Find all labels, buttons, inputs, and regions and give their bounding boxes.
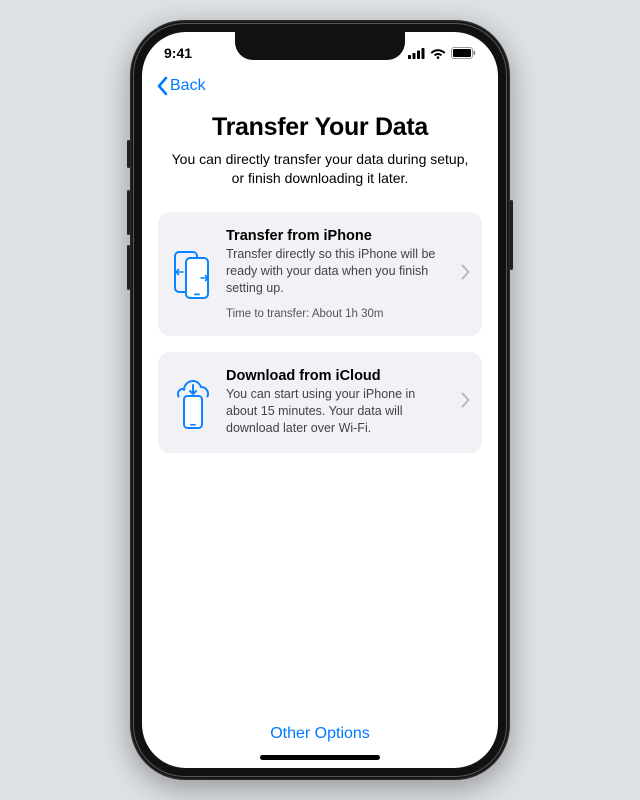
chevron-right-icon: [461, 392, 470, 413]
silence-switch: [127, 140, 130, 168]
chevron-left-icon: [156, 76, 168, 96]
screen: 9:41: [142, 32, 498, 768]
option-title: Transfer from iPhone: [226, 228, 449, 244]
status-indicators: [408, 47, 476, 59]
status-time: 9:41: [164, 45, 192, 61]
chevron-right-icon: [461, 264, 470, 285]
page-subtitle: You can directly transfer your data duri…: [158, 150, 482, 188]
option-description: You can start using your iPhone in about…: [226, 386, 449, 437]
home-indicator[interactable]: [260, 755, 380, 760]
download-icloud-icon: [172, 376, 214, 430]
transfer-iphone-icon: [172, 249, 214, 299]
back-label: Back: [170, 77, 206, 95]
content: Transfer Your Data You can directly tran…: [142, 101, 498, 768]
option-title: Download from iCloud: [226, 368, 449, 384]
option-download-from-icloud[interactable]: Download from iCloud You can start using…: [158, 352, 482, 453]
volume-down-button: [127, 245, 130, 290]
wifi-icon: [430, 47, 446, 59]
other-options-link[interactable]: Other Options: [158, 707, 482, 749]
nav-bar: Back: [142, 72, 498, 101]
notch: [235, 32, 405, 60]
power-button: [510, 200, 513, 270]
page-title: Transfer Your Data: [158, 113, 482, 142]
option-body: Transfer from iPhone Transfer directly s…: [226, 228, 449, 321]
option-body: Download from iCloud You can start using…: [226, 368, 449, 437]
option-description: Transfer directly so this iPhone will be…: [226, 246, 449, 297]
back-button[interactable]: Back: [156, 76, 206, 96]
option-meta: Time to transfer: About 1h 30m: [226, 308, 449, 320]
battery-icon: [451, 47, 476, 59]
option-transfer-from-iphone[interactable]: Transfer from iPhone Transfer directly s…: [158, 212, 482, 337]
cellular-signal-icon: [408, 48, 425, 59]
volume-up-button: [127, 190, 130, 235]
iphone-frame: 9:41: [130, 20, 510, 780]
